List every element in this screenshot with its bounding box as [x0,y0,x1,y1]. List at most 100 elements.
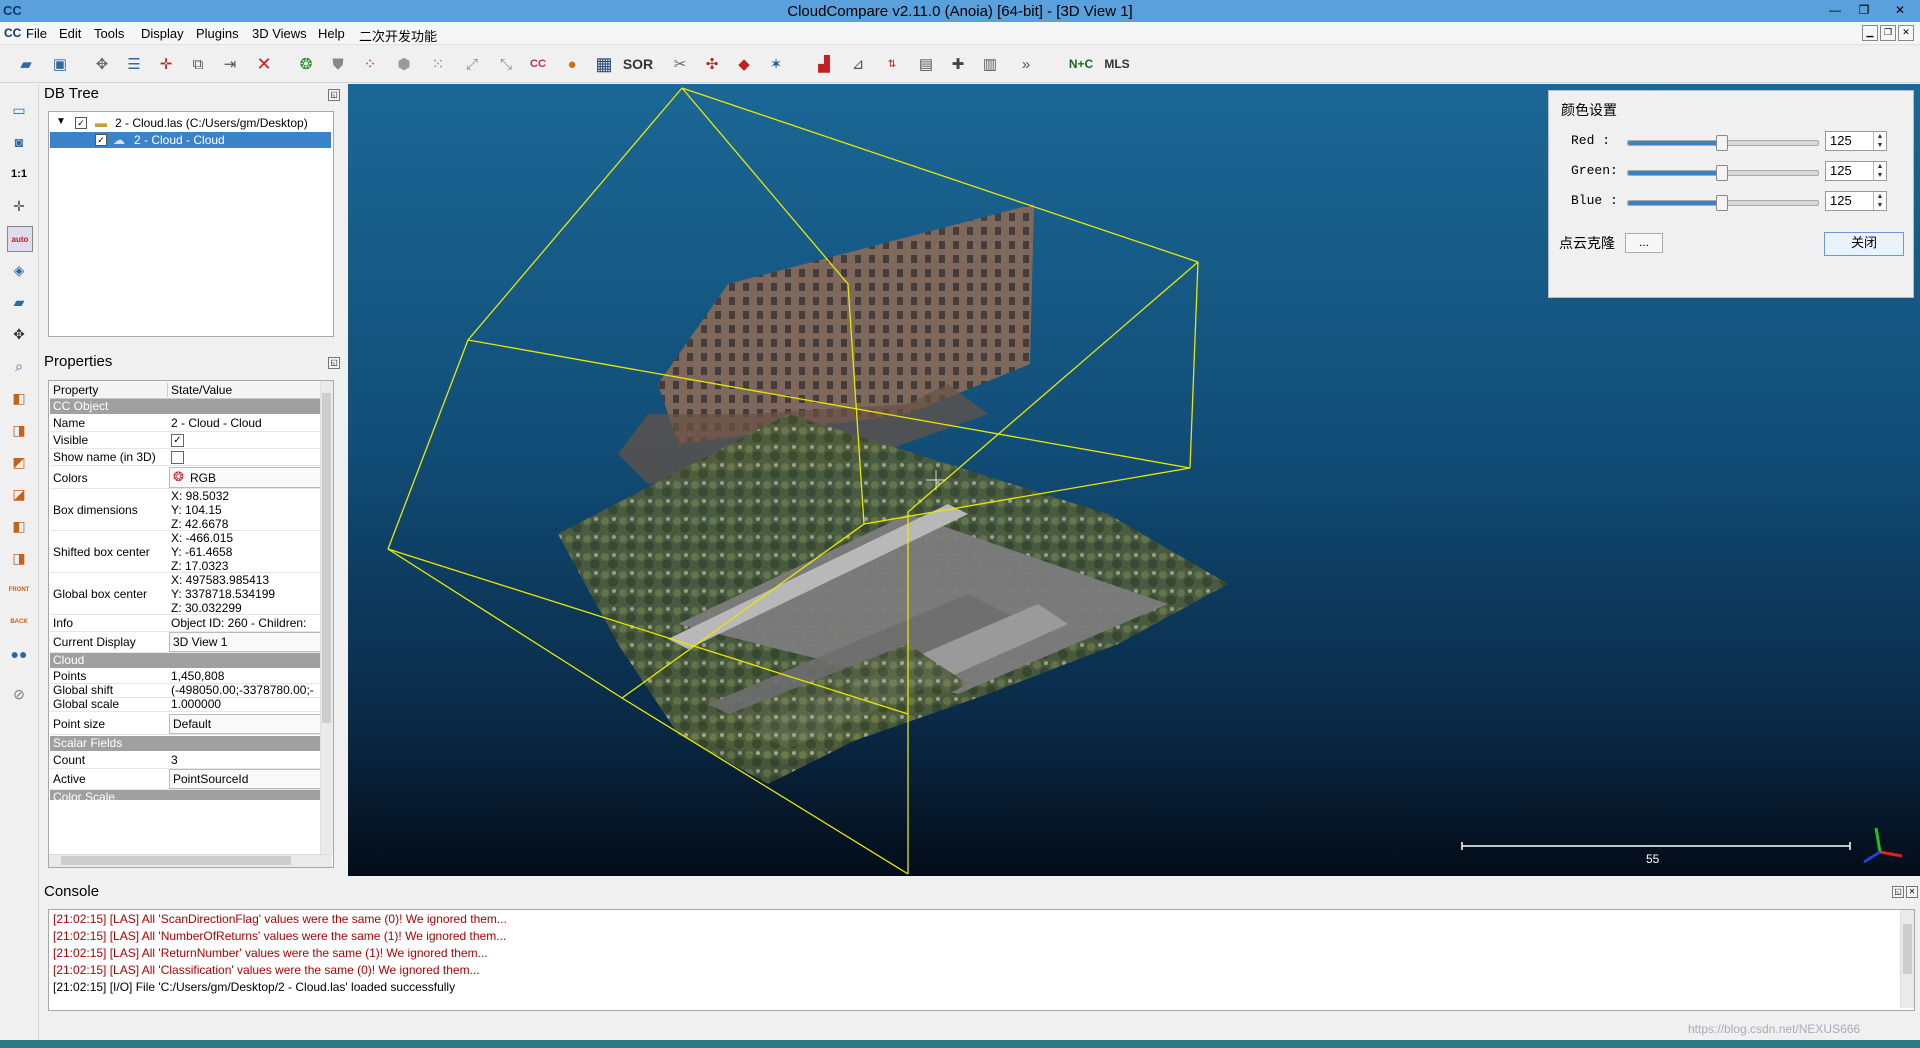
iso-front-icon[interactable]: FRONT [7,578,31,602]
normals-compute-icon[interactable]: N+C [1066,52,1096,76]
horizontal-scrollbar[interactable] [49,854,332,867]
normals-icon[interactable]: ⛊ [326,52,350,76]
front-view-icon[interactable]: ◨ [7,418,31,442]
close-window-button[interactable]: ✕ [1880,2,1920,18]
menu-3d-views[interactable]: 3D Views [252,26,307,41]
graphical-transform-icon[interactable]: ✥ [90,52,114,76]
segment-icon[interactable]: ✛ [154,52,178,76]
right-view-icon[interactable]: ◧ [7,514,31,538]
back-view-icon[interactable]: ◪ [7,482,31,506]
translate-icon[interactable]: ✣ [700,52,724,76]
camera-icon[interactable]: ◙ [7,130,31,154]
green-slider-handle[interactable] [1716,165,1729,181]
red-slider-handle[interactable] [1716,135,1729,151]
sor-filter-icon[interactable]: SOR [622,52,654,76]
zoom-icon[interactable]: ⌕ [7,354,31,378]
properties-float-button[interactable]: ◱ [328,357,340,369]
minimize-button[interactable]: — [1822,2,1848,18]
mdi-minimize-button[interactable]: ▁ [1862,25,1878,41]
pivot-icon[interactable]: ✛ [7,194,31,218]
iso-back-icon[interactable]: BACK [7,610,31,634]
blue-slider-handle[interactable] [1716,195,1729,211]
current-display-dropdown[interactable]: 3D View 1 [169,632,321,652]
scissors-icon[interactable]: ✂ [668,52,692,76]
checker-icon[interactable]: ▦ [592,52,616,76]
min-max-icon[interactable]: ⇅ [880,52,904,76]
plugin-icon[interactable]: ● [560,52,584,76]
blue-spinbox[interactable]: 125 ▲ ▼ [1825,191,1887,211]
tree-item-checkbox[interactable]: ✓ [75,117,87,129]
console-line: [21:02:15] [LAS] All 'ScanDirectionFlag'… [53,912,507,926]
sample-points-icon[interactable]: ⁘ [358,52,382,76]
menu-file[interactable]: File [26,26,47,41]
red-spinbox[interactable]: 125 ▲ ▼ [1825,131,1887,151]
rgb-icon[interactable]: ❂ [294,52,318,76]
clone-button[interactable]: ... [1625,233,1663,253]
box-icon[interactable]: ▰ [7,290,31,314]
colors-dropdown[interactable]: ❂ RGB [169,467,321,488]
calculator-icon[interactable]: ▥ [978,52,1002,76]
open-icon[interactable]: ▰ [14,52,38,76]
scrollbar-thumb[interactable] [1903,924,1912,974]
table-row: Global box center X: 497583.985413 Y: 337… [50,573,320,615]
mdi-restore-button[interactable]: ❐ [1880,25,1896,41]
show-name-checkbox[interactable] [171,451,184,464]
register-icon[interactable]: ⤢ [460,52,484,76]
console-log: [21:02:15] [LAS] All 'ScanDirectionFlag'… [48,909,1915,1011]
auto-pivot-icon[interactable]: auto [7,226,33,252]
perspective-icon[interactable]: ◈ [7,258,31,282]
scrollbar-thumb[interactable] [322,393,331,723]
top-view-icon[interactable]: ◧ [7,386,31,410]
stereo-icon[interactable]: ●● [7,642,31,666]
menu-tools[interactable]: Tools [94,26,124,41]
expand-arrow-icon[interactable]: ▼ [56,116,66,127]
zoom-1-1-icon[interactable]: 1:1 [7,162,31,186]
db-tree-float-button[interactable]: ◱ [328,89,340,101]
full-screen-icon[interactable]: ▭ [7,98,31,122]
console-close-button[interactable]: ✕ [1906,886,1918,898]
pick-icon[interactable]: ✶ [764,52,788,76]
mdi-close-button[interactable]: ✕ [1898,25,1914,41]
green-slider[interactable] [1627,165,1819,181]
mesh-icon[interactable]: ⬢ [392,52,416,76]
restore-button[interactable]: ❐ [1851,2,1877,18]
console-scrollbar[interactable] [1900,910,1914,1008]
menu-plugins[interactable]: Plugins [196,26,239,41]
ccc-icon[interactable]: CC [526,52,550,76]
table-icon[interactable]: ▤ [914,52,938,76]
menu-edit[interactable]: Edit [59,26,81,41]
list-icon[interactable]: ☰ [122,52,146,76]
active-sf-dropdown[interactable]: PointSourceId [169,769,321,789]
plane-icon[interactable]: ◆ [732,52,756,76]
point-size-dropdown[interactable]: Default [169,714,321,734]
subsample-icon[interactable]: ⁙ [426,52,450,76]
green-spinbox[interactable]: 125 ▲ ▼ [1825,161,1887,181]
tree-item-cloud[interactable]: ✓ ☁ 2 - Cloud - Cloud [50,132,331,148]
menu-custom-functions[interactable]: 二次开发功能 [359,26,437,45]
move-icon[interactable]: ⇥ [218,52,242,76]
more-tools-icon[interactable]: » [1014,52,1038,76]
red-slider[interactable] [1627,135,1819,151]
close-panel-button[interactable]: 关闭 [1824,232,1904,256]
align-icon[interactable]: ⤡ [494,52,518,76]
visible-checkbox[interactable]: ✓ [171,434,184,447]
histogram-icon[interactable]: ▟ [812,52,836,76]
merge-icon[interactable]: ⧉ [186,52,210,76]
disable-icon[interactable]: ⊘ [7,682,31,706]
menu-display[interactable]: Display [141,26,184,41]
left-view-icon[interactable]: ◩ [7,450,31,474]
stats-icon[interactable]: ⊿ [846,52,870,76]
console-float-button[interactable]: ◱ [1892,886,1904,898]
tree-item-checkbox[interactable]: ✓ [95,134,107,146]
vertical-scrollbar[interactable] [320,381,333,854]
tree-item-file[interactable]: ▼ ✓ ▬ 2 - Cloud.las (C:/Users/gm/Desktop… [51,115,329,131]
mls-icon[interactable]: MLS [1102,52,1132,76]
blue-slider[interactable] [1627,195,1819,211]
scrollbar-thumb[interactable] [61,856,291,865]
move-view-icon[interactable]: ✥ [7,322,31,346]
add-icon[interactable]: ✚ [946,52,970,76]
menu-help[interactable]: Help [318,26,345,41]
delete-icon[interactable]: ✕ [252,52,276,76]
bottom-view-icon[interactable]: ◨ [7,546,31,570]
save-icon[interactable]: ▣ [48,52,72,76]
